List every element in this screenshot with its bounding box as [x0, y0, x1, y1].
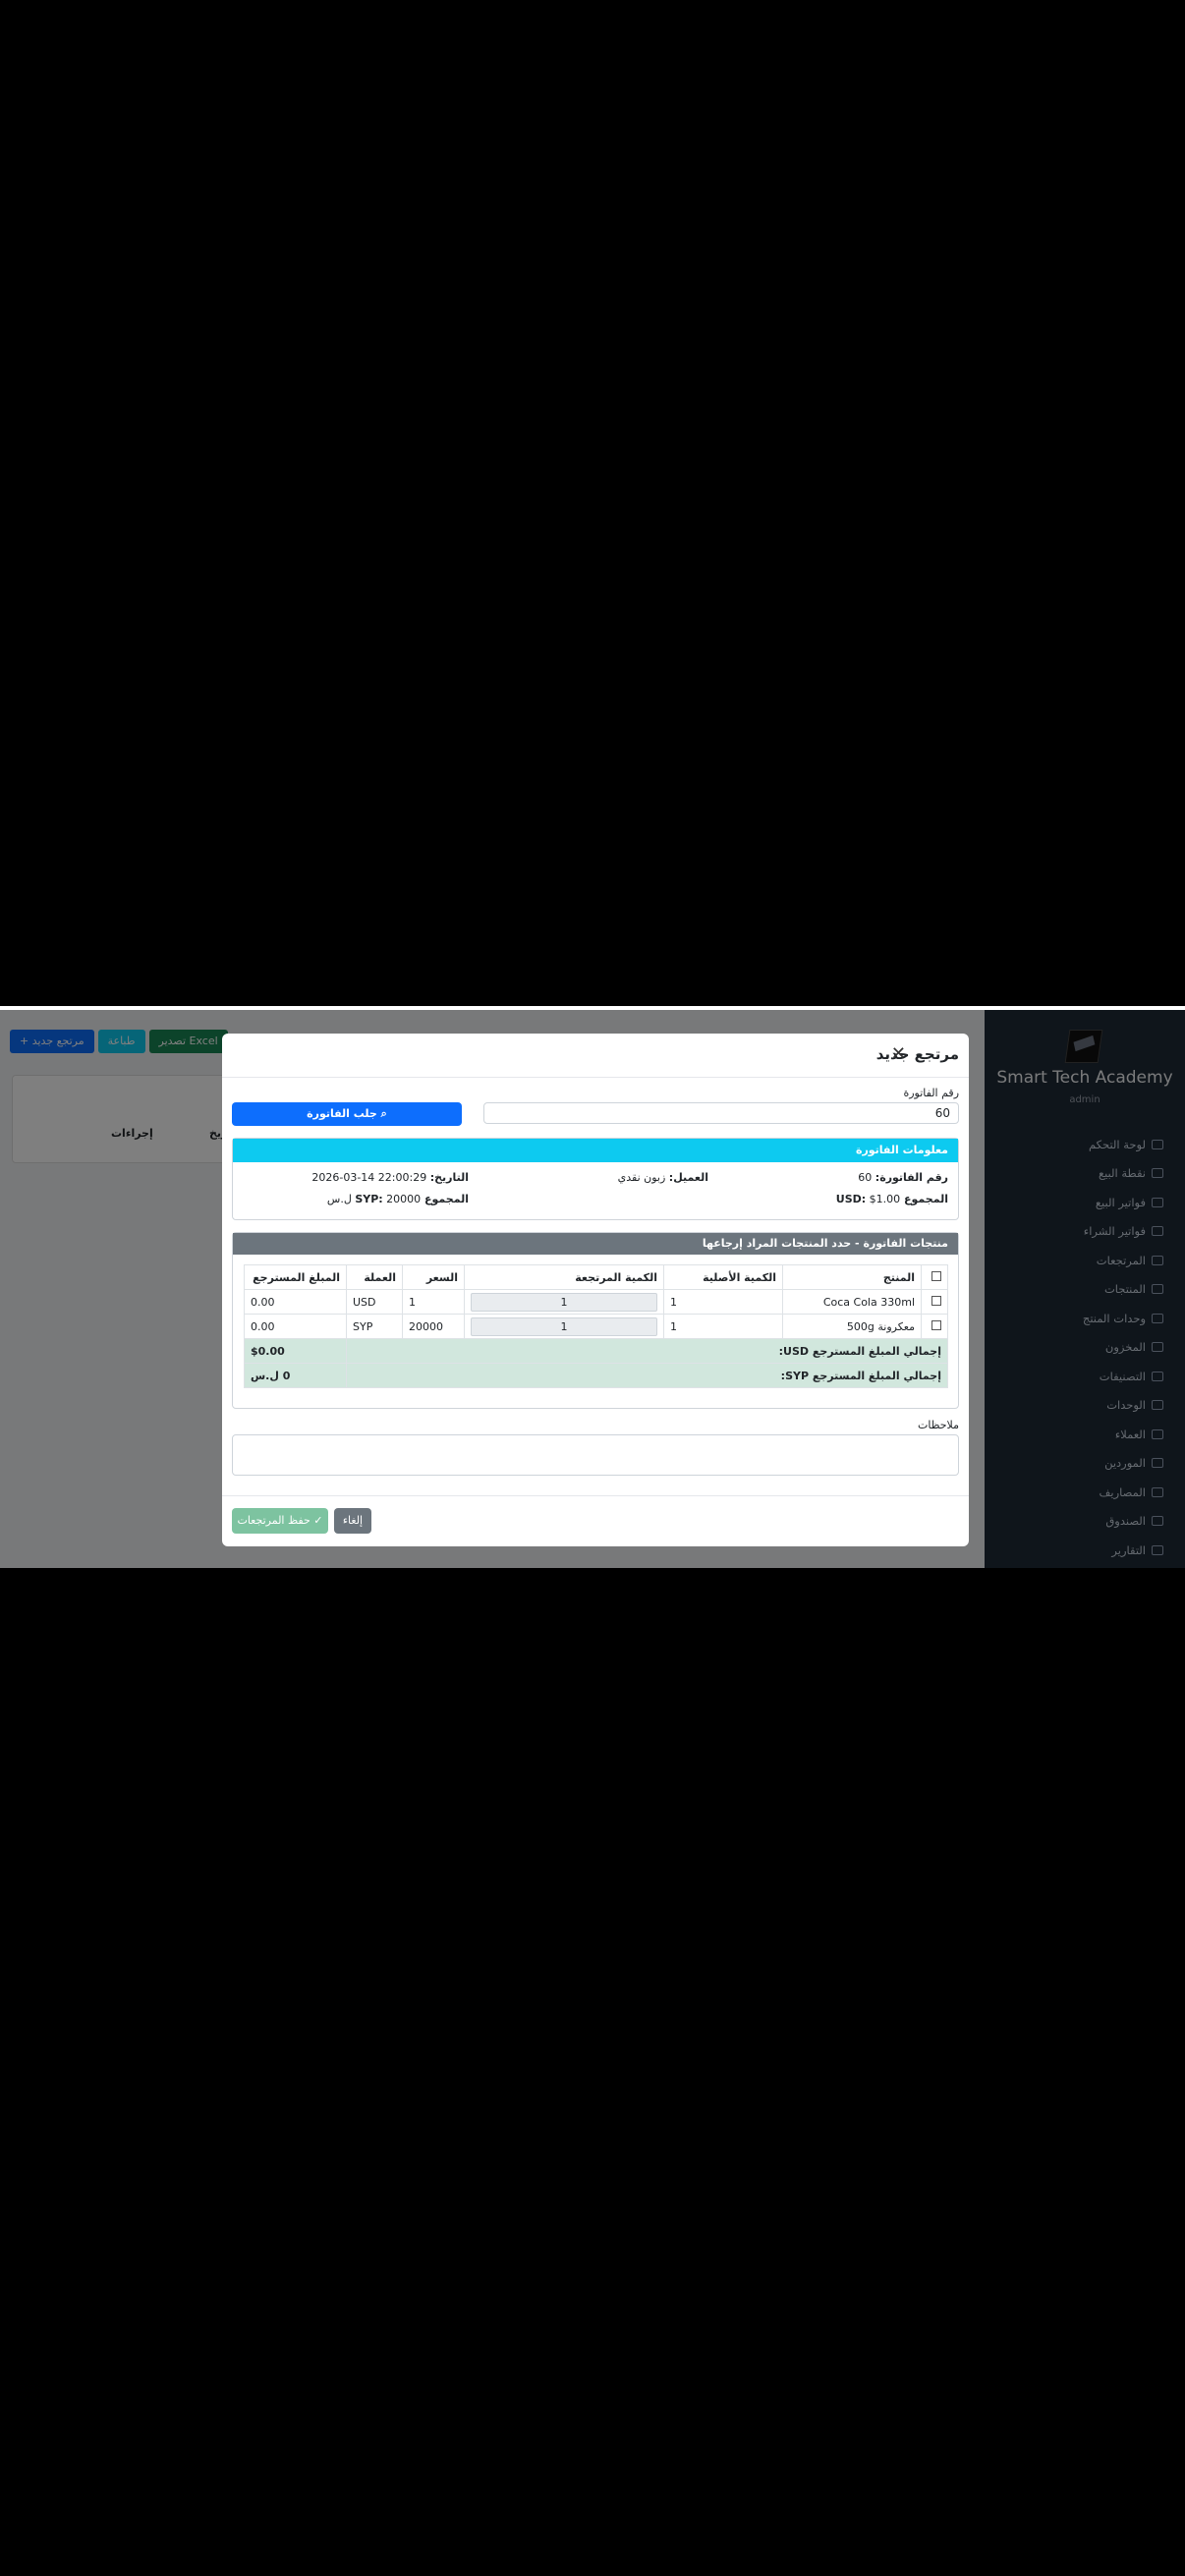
date-value: 2026-03-14 22:00:29: [311, 1171, 427, 1184]
column-header-product: المنتج: [782, 1264, 922, 1290]
price-cell: 20000: [402, 1314, 465, 1339]
column-header-returned-qty: الكمية المرتجعة: [464, 1264, 664, 1290]
usd-total-value: $1.00: [869, 1193, 901, 1205]
modal-header: مرتجع جديد ✕: [222, 1034, 969, 1078]
save-returns-label: حفظ المرتجعات: [237, 1514, 310, 1527]
refund-amount-cell: 0.00: [244, 1314, 347, 1339]
row-checkbox[interactable]: [931, 1319, 941, 1330]
total-usd-value: $0.00: [244, 1338, 347, 1364]
table-header-row: المنتج الكمية الأصلية الكمية المرتجعة ال…: [244, 1264, 948, 1290]
currency-cell: USD: [346, 1289, 403, 1315]
total-usd-row: إجمالي المبلغ المسترجع USD: $0.00: [244, 1338, 948, 1364]
total-syp-row: إجمالي المبلغ المسترجع SYP: 0 ل.س: [244, 1363, 948, 1388]
returned-qty-input[interactable]: 1: [471, 1292, 657, 1312]
modal-footer: ✓ حفظ المرتجعات إلغاء: [222, 1495, 969, 1546]
column-header-original-qty: الكمية الأصلية: [663, 1264, 783, 1290]
row-checkbox[interactable]: [931, 1295, 941, 1306]
save-returns-button[interactable]: ✓ حفظ المرتجعات: [232, 1508, 328, 1534]
customer-value: زبون نقدي: [617, 1171, 666, 1184]
invoice-products-card: منتجات الفاتورة - حدد المنتجات المراد إر…: [232, 1232, 959, 1409]
invoice-info-card: معلومات الفاتورة رقم الفاتورة: 60 العميل…: [232, 1138, 959, 1220]
select-all-checkbox[interactable]: [931, 1270, 941, 1281]
total-syp-label: إجمالي المبلغ المسترجع SYP:: [346, 1363, 948, 1388]
notes-label: ملاحظات: [918, 1419, 959, 1431]
row-select-cell[interactable]: [921, 1314, 948, 1339]
fetch-invoice-label: جلب الفاتورة: [307, 1107, 377, 1120]
total-usd-label: إجمالي المبلغ المسترجع USD:: [346, 1338, 948, 1364]
row-select-cell[interactable]: [921, 1289, 948, 1315]
column-header-refund-amount: المبلغ المسترجع: [244, 1264, 347, 1290]
original-qty-cell: 1: [663, 1289, 783, 1315]
notes-textarea[interactable]: [232, 1434, 959, 1476]
product-cell: معكرونة 500g: [782, 1314, 922, 1339]
fetch-invoice-button[interactable]: ⌕ جلب الفاتورة: [232, 1102, 462, 1126]
search-icon: ⌕: [376, 1107, 387, 1120]
table-row: معكرونة 500g 1 1 20000 SYP 0.00: [244, 1314, 948, 1339]
invoice-number-label: رقم الفاتورة: [903, 1087, 959, 1099]
cancel-button[interactable]: إلغاء: [334, 1508, 371, 1534]
total-syp-value: 0 ل.س: [244, 1363, 347, 1388]
invoice-info-header: معلومات الفاتورة: [233, 1139, 958, 1162]
invoice-number-input[interactable]: 60: [483, 1102, 959, 1124]
table-row: Coca Cola 330ml 1 1 1 USD 0.00: [244, 1289, 948, 1315]
invoice-number-info-label: رقم الفاتورة:: [875, 1171, 948, 1184]
column-header-currency: العملة: [346, 1264, 403, 1290]
date-label: التاريخ:: [429, 1171, 469, 1184]
returned-qty-input[interactable]: 1: [471, 1316, 657, 1336]
refund-amount-cell: 0.00: [244, 1289, 347, 1315]
invoice-products-header: منتجات الفاتورة - حدد المنتجات المراد إر…: [233, 1233, 958, 1255]
returned-qty-cell: 1: [464, 1314, 664, 1339]
product-cell: Coca Cola 330ml: [782, 1289, 922, 1315]
invoice-info-body: رقم الفاتورة: 60 العميل: زبون نقدي التار…: [233, 1162, 958, 1219]
customer-label: العميل:: [668, 1171, 708, 1184]
invoice-number-info-value: 60: [858, 1171, 873, 1184]
original-qty-cell: 1: [663, 1314, 783, 1339]
price-cell: 1: [402, 1289, 465, 1315]
check-circle-icon: ✓: [310, 1514, 323, 1527]
new-return-modal: مرتجع جديد ✕ رقم الفاتورة 60 ⌕ جلب الفات…: [222, 1034, 969, 1546]
column-header-price: السعر: [402, 1264, 465, 1290]
app-window: + مرتجع جديد طباعة تصدير Excel إجراءات ر…: [0, 1010, 1185, 1568]
returned-qty-cell: 1: [464, 1289, 664, 1315]
select-all-cell[interactable]: [921, 1264, 948, 1290]
modal-title: مرتجع جديد: [875, 1045, 959, 1063]
return-items-table: المنتج الكمية الأصلية الكمية المرتجعة ال…: [244, 1264, 948, 1388]
currency-cell: SYP: [346, 1314, 403, 1339]
close-icon[interactable]: ✕: [891, 1043, 906, 1064]
